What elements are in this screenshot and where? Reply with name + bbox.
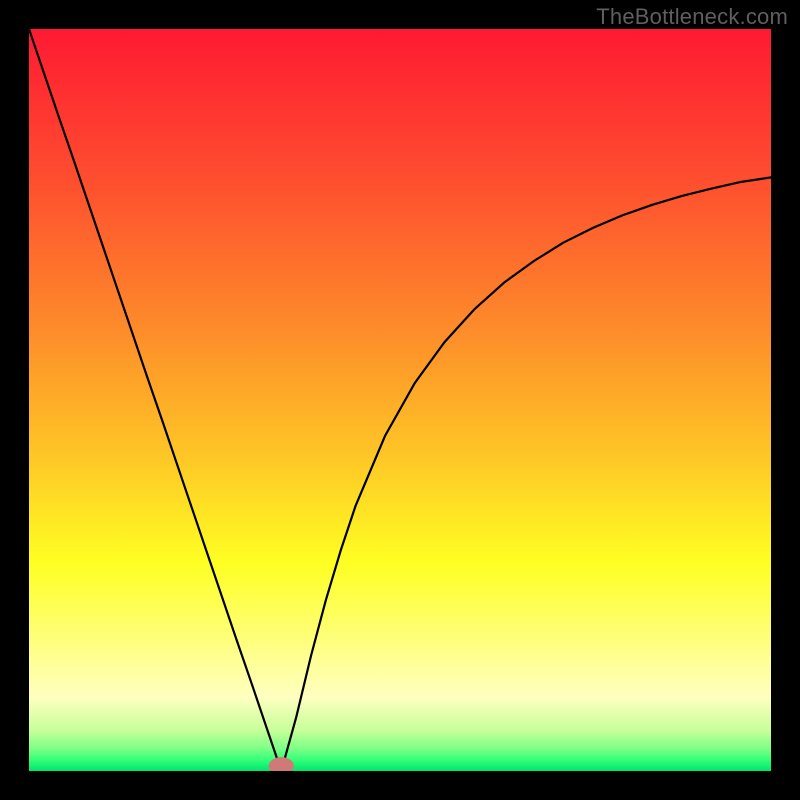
bottleneck-chart <box>29 29 771 771</box>
gradient-background <box>29 29 771 771</box>
watermark-text: TheBottleneck.com <box>596 4 788 30</box>
chart-frame: TheBottleneck.com <box>0 0 800 800</box>
